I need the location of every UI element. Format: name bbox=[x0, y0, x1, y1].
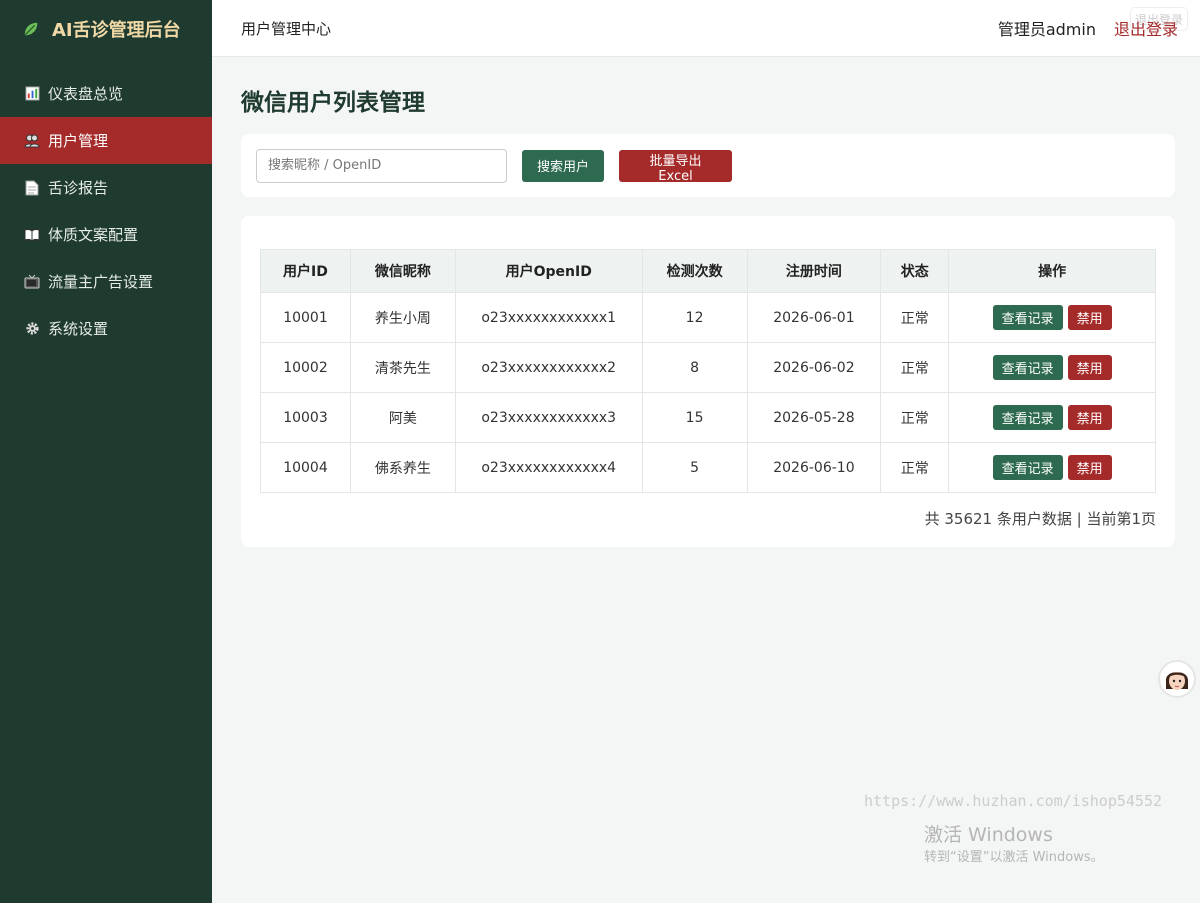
table-row: 10002 清茶先生 o23xxxxxxxxxxxx2 8 2026-06-02… bbox=[260, 342, 1156, 393]
search-card: 搜索用户 批量导出Excel bbox=[241, 134, 1175, 197]
ban-button[interactable]: 禁用 bbox=[1067, 305, 1112, 330]
sidebar-item-constitution[interactable]: 体质文案配置 bbox=[0, 211, 212, 258]
book-icon bbox=[24, 227, 40, 243]
cell-openid: o23xxxxxxxxxxxx1 bbox=[454, 292, 643, 343]
cell-status: 正常 bbox=[880, 442, 950, 493]
brand-title: AI舌诊管理后台 bbox=[52, 20, 181, 41]
header-register-time: 注册时间 bbox=[746, 249, 882, 293]
sidebar-item-ads[interactable]: 流量主广告设置 bbox=[0, 258, 212, 305]
sidebar-item-label: 用户管理 bbox=[48, 132, 109, 150]
topbar: 用户管理中心 管理员admin 退出登录 退出登录 bbox=[212, 0, 1200, 57]
header-user-id: 用户ID bbox=[260, 249, 351, 293]
logout-link[interactable]: 退出登录 退出登录 bbox=[1113, 7, 1188, 40]
assistant-avatar[interactable] bbox=[1158, 660, 1196, 698]
cell-openid: o23xxxxxxxxxxxx4 bbox=[454, 442, 643, 493]
search-input[interactable] bbox=[256, 148, 507, 183]
user-table: 用户ID 微信昵称 用户OpenID 检测次数 注册时间 状态 操作 10001… bbox=[260, 249, 1156, 493]
document-icon bbox=[24, 180, 40, 196]
cell-register-time: 2026-05-28 bbox=[746, 392, 882, 443]
leaf-logo-icon bbox=[24, 22, 38, 36]
search-button[interactable]: 搜索用户 bbox=[522, 149, 604, 182]
sidebar-item-label: 仪表盘总览 bbox=[48, 85, 124, 103]
cell-user-id: 10001 bbox=[260, 292, 351, 343]
cell-status: 正常 bbox=[880, 392, 950, 443]
view-records-button[interactable]: 查看记录 bbox=[992, 405, 1063, 430]
cell-openid: o23xxxxxxxxxxxx3 bbox=[454, 392, 643, 443]
cell-count: 8 bbox=[641, 342, 748, 393]
user-table-card: 用户ID 微信昵称 用户OpenID 检测次数 注册时间 状态 操作 10001… bbox=[241, 216, 1175, 547]
header-actions: 操作 bbox=[948, 249, 1156, 293]
ban-button[interactable]: 禁用 bbox=[1067, 455, 1112, 480]
cell-user-id: 10004 bbox=[260, 442, 351, 493]
cell-nickname: 阿美 bbox=[349, 392, 456, 443]
cell-actions: 查看记录 禁用 bbox=[948, 442, 1156, 493]
cell-status: 正常 bbox=[880, 342, 950, 393]
topbar-right: 管理员admin 退出登录 退出登录 bbox=[997, 7, 1188, 40]
gear-icon bbox=[24, 321, 40, 337]
cell-actions: 查看记录 禁用 bbox=[948, 342, 1156, 393]
view-records-button[interactable]: 查看记录 bbox=[992, 355, 1063, 380]
sidebar-nav: 仪表盘总览 用户管理 舌诊报告 体质文案配置 流量主广告设置 系统设置 bbox=[0, 70, 212, 352]
sidebar-item-label: 系统设置 bbox=[48, 320, 109, 338]
cell-count: 5 bbox=[641, 442, 748, 493]
sidebar-item-users[interactable]: 用户管理 bbox=[0, 117, 212, 164]
users-icon bbox=[24, 133, 40, 149]
windows-activation-title: 激活 Windows bbox=[924, 824, 1053, 846]
export-excel-button[interactable]: 批量导出Excel bbox=[619, 149, 732, 184]
pagination-info: 共 35621 条用户数据 | 当前第1页 bbox=[924, 510, 1156, 528]
table-row: 10001 养生小周 o23xxxxxxxxxxxx1 12 2026-06-0… bbox=[260, 292, 1156, 343]
table-row: 10004 佛系养生 o23xxxxxxxxxxxx4 5 2026-06-10… bbox=[260, 442, 1156, 493]
cell-user-id: 10002 bbox=[260, 342, 351, 393]
page-title: 微信用户列表管理 bbox=[241, 90, 425, 116]
cell-actions: 查看记录 禁用 bbox=[948, 392, 1156, 443]
header-openid: 用户OpenID bbox=[454, 249, 643, 293]
view-records-button[interactable]: 查看记录 bbox=[992, 455, 1063, 480]
avatar-face-icon bbox=[1165, 672, 1189, 690]
main-content: 微信用户列表管理 搜索用户 批量导出Excel 用户ID 微信昵称 用户Open… bbox=[241, 57, 1175, 547]
topbar-title: 用户管理中心 bbox=[241, 19, 332, 38]
watermark-url: https://www.huzhan.com/ishop54552 bbox=[864, 792, 1163, 810]
sidebar: AI舌诊管理后台 仪表盘总览 用户管理 舌诊报告 体质文案配置 流量主广告设置 … bbox=[0, 0, 212, 903]
cell-count: 15 bbox=[641, 392, 748, 443]
header-count: 检测次数 bbox=[641, 249, 748, 293]
table-header-row: 用户ID 微信昵称 用户OpenID 检测次数 注册时间 状态 操作 bbox=[260, 249, 1156, 293]
table-row: 10003 阿美 o23xxxxxxxxxxxx3 15 2026-05-28 … bbox=[260, 392, 1156, 443]
cell-register-time: 2026-06-10 bbox=[746, 442, 882, 493]
sidebar-item-label: 流量主广告设置 bbox=[48, 273, 154, 291]
tv-icon bbox=[24, 274, 40, 290]
cell-register-time: 2026-06-02 bbox=[746, 342, 882, 393]
cell-nickname: 清茶先生 bbox=[349, 342, 456, 393]
cell-status: 正常 bbox=[880, 292, 950, 343]
cell-register-time: 2026-06-01 bbox=[746, 292, 882, 343]
brand: AI舌诊管理后台 bbox=[0, 0, 212, 58]
cell-user-id: 10003 bbox=[260, 392, 351, 443]
bar-chart-icon bbox=[24, 86, 40, 102]
header-status: 状态 bbox=[880, 249, 950, 293]
ban-button[interactable]: 禁用 bbox=[1067, 355, 1112, 380]
cell-count: 12 bbox=[641, 292, 748, 343]
windows-activation-subtitle: 转到“设置”以激活 Windows。 bbox=[924, 850, 1104, 865]
view-records-button[interactable]: 查看记录 bbox=[992, 305, 1063, 330]
sidebar-item-settings[interactable]: 系统设置 bbox=[0, 305, 212, 352]
cell-nickname: 佛系养生 bbox=[349, 442, 456, 493]
sidebar-item-dashboard[interactable]: 仪表盘总览 bbox=[0, 70, 212, 117]
sidebar-item-label: 体质文案配置 bbox=[48, 226, 139, 244]
header-nickname: 微信昵称 bbox=[349, 249, 456, 293]
ban-button[interactable]: 禁用 bbox=[1067, 405, 1112, 430]
cell-nickname: 养生小周 bbox=[349, 292, 456, 343]
cell-openid: o23xxxxxxxxxxxx2 bbox=[454, 342, 643, 393]
admin-label: 管理员admin bbox=[997, 20, 1096, 39]
sidebar-item-label: 舌诊报告 bbox=[48, 179, 109, 197]
logout-label: 退出登录 bbox=[1113, 20, 1178, 39]
cell-actions: 查看记录 禁用 bbox=[948, 292, 1156, 343]
sidebar-item-reports[interactable]: 舌诊报告 bbox=[0, 164, 212, 211]
